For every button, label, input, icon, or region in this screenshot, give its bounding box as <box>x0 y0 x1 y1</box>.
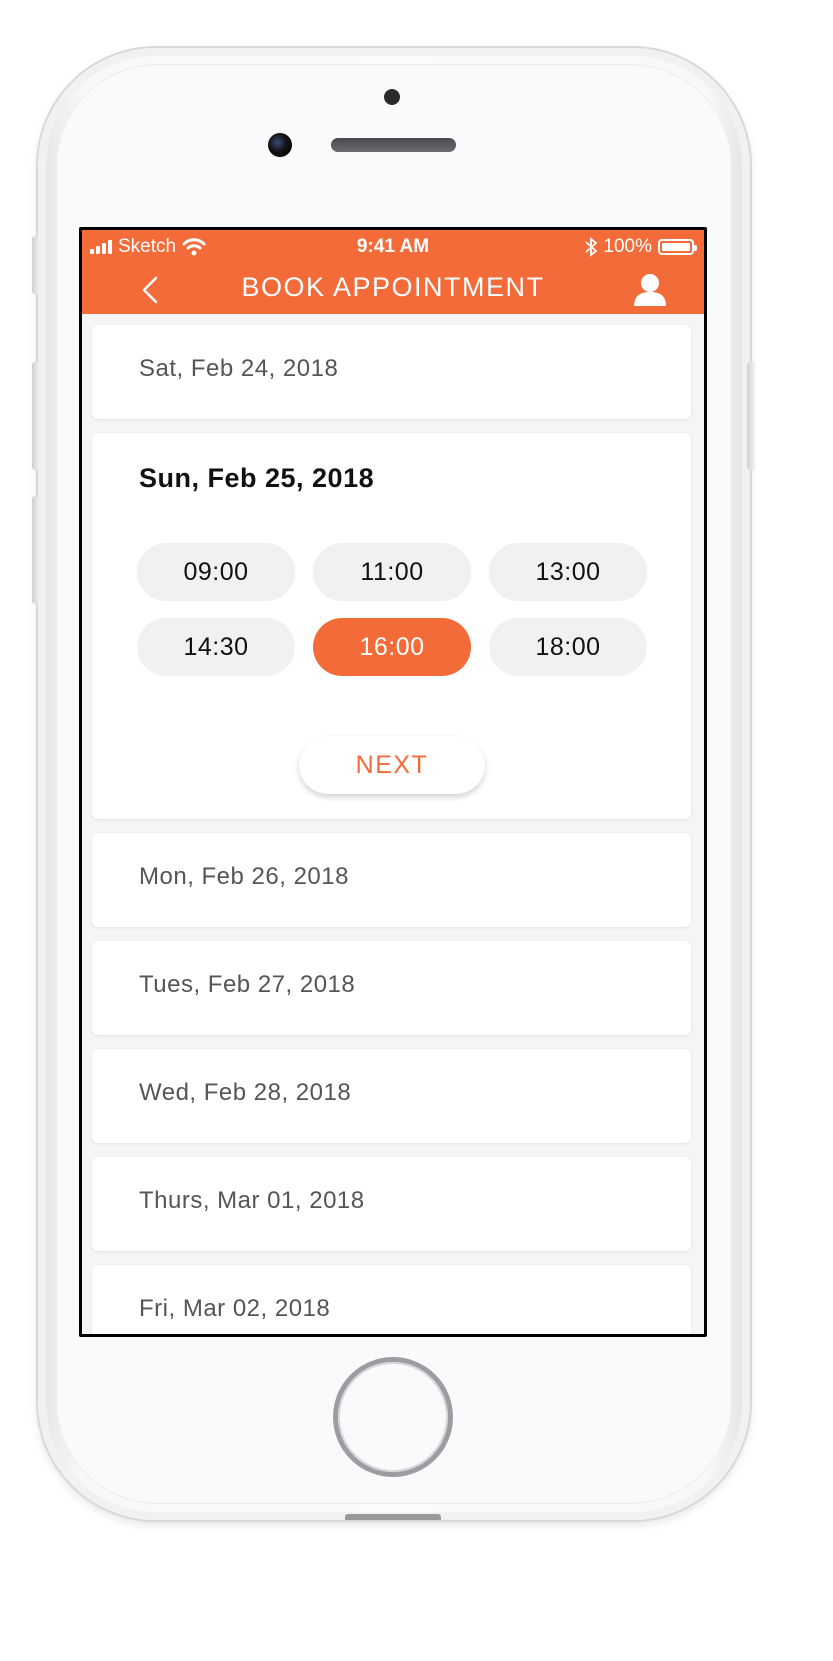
proximity-sensor <box>384 89 400 105</box>
day-label-selected: Sun, Feb 25, 2018 <box>139 463 375 493</box>
day-label: Thurs, Mar 01, 2018 <box>139 1187 365 1214</box>
power-button <box>747 362 755 470</box>
time-slot-grid: 09:00 11:00 13:00 14:30 16:00 18:00 <box>137 543 647 676</box>
time-slot[interactable]: 18:00 <box>489 618 647 676</box>
day-label: Sat, Feb 24, 2018 <box>139 355 339 382</box>
volume-up-button <box>32 362 40 470</box>
earpiece-speaker <box>331 138 456 152</box>
day-list: Sat, Feb 24, 2018 Sun, Feb 25, 2018 09:0… <box>92 325 691 1334</box>
battery-icon <box>658 239 697 255</box>
screen: Sketch 9:41 AM 100% BOOK APPOINTMENT Sat… <box>79 227 707 1337</box>
day-label: Wed, Feb 28, 2018 <box>139 1079 352 1106</box>
front-camera <box>268 133 292 157</box>
day-item-mon-feb-26[interactable]: Mon, Feb 26, 2018 <box>92 833 691 927</box>
day-item-sat-feb-24[interactable]: Sat, Feb 24, 2018 <box>92 325 691 419</box>
volume-down-button <box>32 496 40 604</box>
time-slot[interactable]: 14:30 <box>137 618 295 676</box>
day-item-fri-mar-02[interactable]: Fri, Mar 02, 2018 <box>92 1265 691 1334</box>
page-title: BOOK APPOINTMENT <box>241 272 545 302</box>
time-slot[interactable]: 09:00 <box>137 543 295 601</box>
app-screen: Sketch 9:41 AM 100% BOOK APPOINTMENT Sat… <box>82 230 704 1334</box>
bottom-edge <box>345 1514 441 1520</box>
status-bar: Sketch 9:41 AM 100% <box>82 236 704 262</box>
home-button[interactable] <box>338 1362 448 1472</box>
user-icon[interactable] <box>630 272 670 308</box>
day-item-wed-feb-28[interactable]: Wed, Feb 28, 2018 <box>92 1049 691 1143</box>
bluetooth-icon <box>585 237 598 257</box>
day-item-tues-feb-27[interactable]: Tues, Feb 27, 2018 <box>92 941 691 1035</box>
day-label: Mon, Feb 26, 2018 <box>139 863 349 890</box>
mute-switch <box>32 236 40 294</box>
status-right: 100% <box>585 236 697 258</box>
time-slot-selected[interactable]: 16:00 <box>313 618 471 676</box>
top-bar: Sketch 9:41 AM 100% BOOK APPOINTMENT <box>82 230 704 314</box>
battery-percent: 100% <box>603 236 652 257</box>
next-button[interactable]: NEXT <box>299 736 485 794</box>
day-item-thurs-mar-01[interactable]: Thurs, Mar 01, 2018 <box>92 1157 691 1251</box>
day-label: Tues, Feb 27, 2018 <box>139 971 356 998</box>
day-label: Fri, Mar 02, 2018 <box>139 1295 331 1322</box>
day-item-sun-feb-25[interactable]: Sun, Feb 25, 2018 09:00 11:00 13:00 14:3… <box>92 433 691 819</box>
nav-bar: BOOK APPOINTMENT <box>82 268 704 312</box>
time-slot[interactable]: 13:00 <box>489 543 647 601</box>
time-slot[interactable]: 11:00 <box>313 543 471 601</box>
